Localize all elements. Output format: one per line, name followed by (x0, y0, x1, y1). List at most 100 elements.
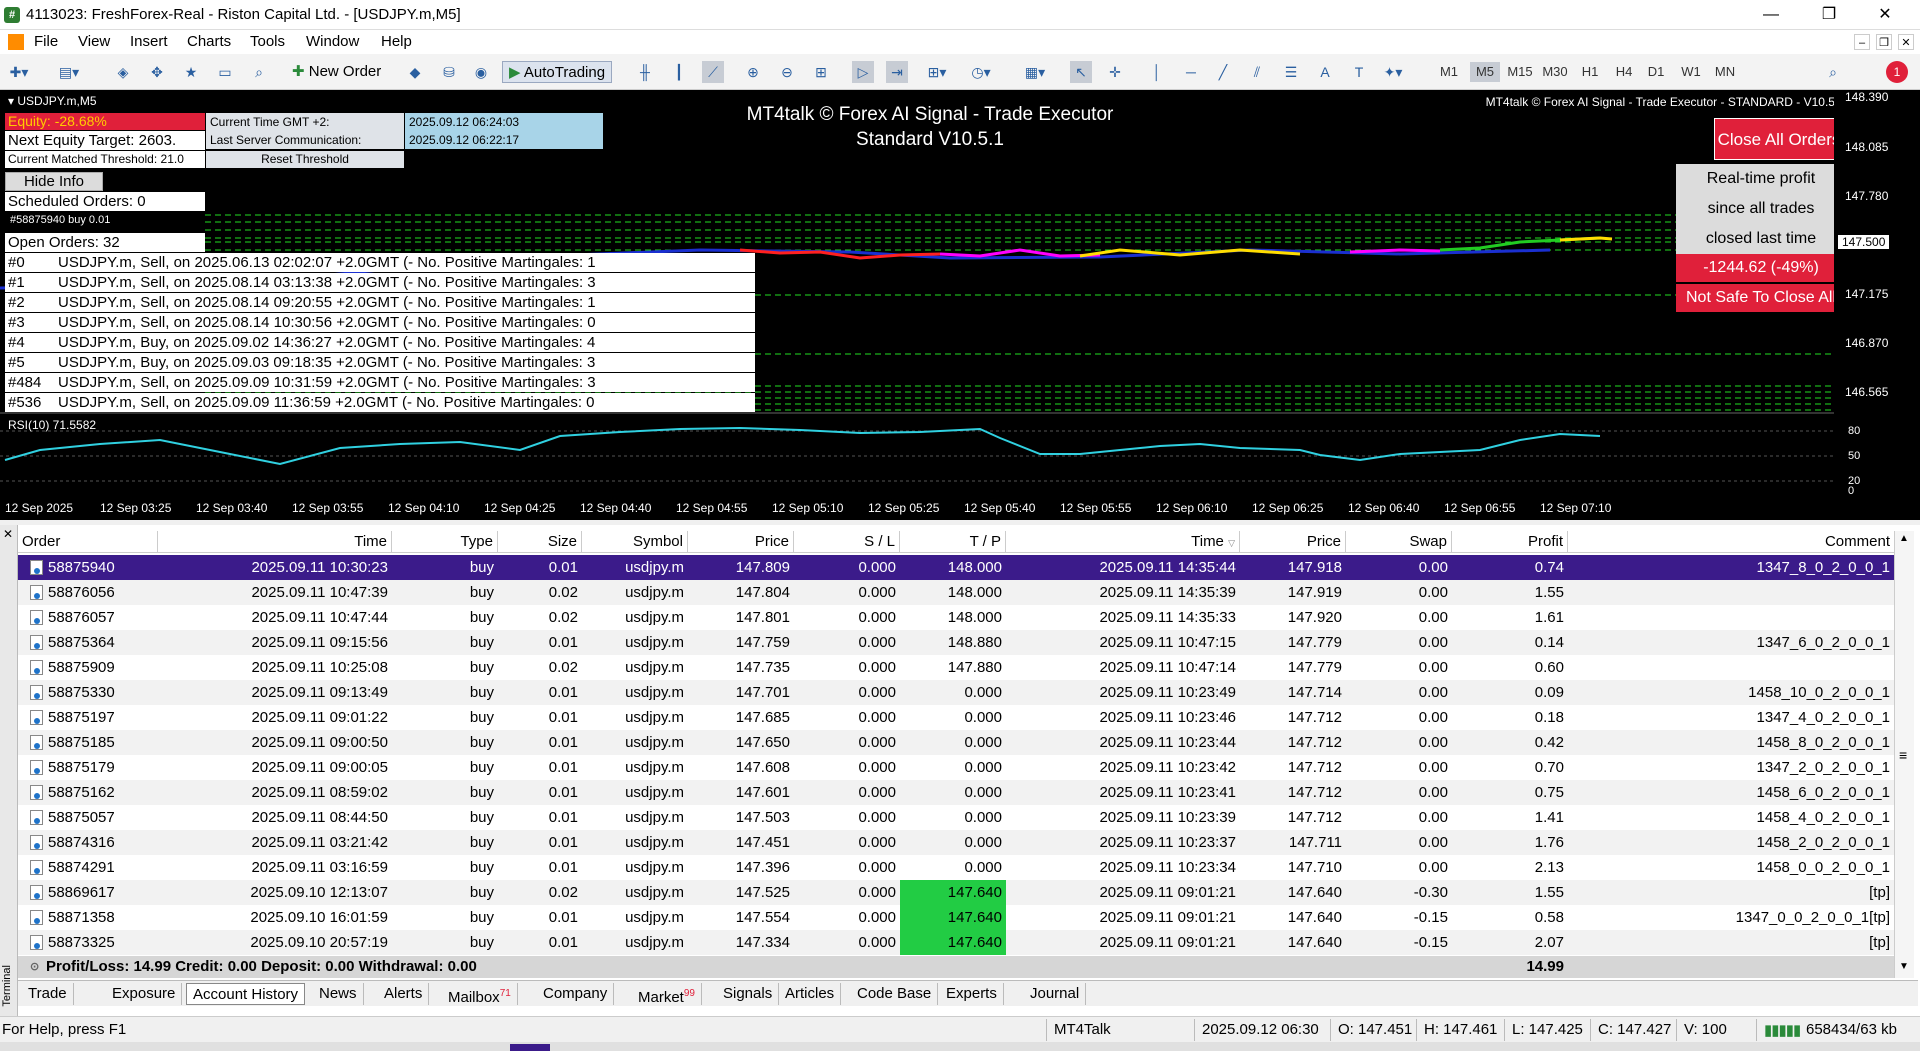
table-row[interactable]: 58875909 2025.09.11 10:25:08 buy 0.02 usdjpy… (18, 655, 1894, 680)
menu-file[interactable]: File (34, 33, 58, 50)
timeframe-m5[interactable]: M5 (1470, 62, 1500, 82)
chart-shift-icon[interactable]: ⇥ (886, 61, 908, 83)
table-scrollbar[interactable]: ▲ ≡ ▼ (1894, 531, 1914, 978)
col-swap[interactable]: Swap (1346, 531, 1452, 553)
new-order-button[interactable]: ✚ New Order (292, 61, 381, 83)
market-watch-icon[interactable]: ◈ (112, 61, 134, 83)
col-close-time[interactable]: Time ▽ (1006, 531, 1240, 553)
tab-alerts[interactable]: Alerts (378, 983, 430, 1005)
bar-chart-icon[interactable]: ╫ (634, 61, 656, 83)
cursor-icon[interactable]: ↖ (1070, 61, 1092, 83)
reset-threshold-button[interactable]: Reset Threshold (206, 151, 404, 168)
tab-code-base[interactable]: Code Base (851, 983, 939, 1005)
text-icon[interactable]: A (1314, 61, 1336, 83)
tab-experts[interactable]: Experts (940, 983, 1004, 1005)
table-row[interactable]: 58874291 2025.09.11 03:16:59 buy 0.01 usdjpy… (18, 855, 1894, 880)
not-safe-to-close-button[interactable]: Not Safe To Close All (1676, 284, 1846, 312)
table-row[interactable]: 58875940 2025.09.11 10:30:23 buy 0.01 usdjpy… (18, 555, 1894, 580)
table-row[interactable]: 58874316 2025.09.11 03:21:42 buy 0.01 usdjpy… (18, 830, 1894, 855)
restore-button[interactable]: ❐ (1806, 0, 1852, 30)
text-label-icon[interactable]: T (1348, 61, 1370, 83)
arrows-icon[interactable]: ✦▾ (1382, 61, 1404, 83)
timeframe-h1[interactable]: H1 (1575, 62, 1605, 82)
table-row[interactable]: 58873325 2025.09.10 20:57:19 buy 0.01 usdjpy… (18, 930, 1894, 955)
menu-tools[interactable]: Tools (250, 33, 285, 50)
col-size[interactable]: Size (498, 531, 582, 553)
col-symbol[interactable]: Symbol (582, 531, 688, 553)
tile-windows-icon[interactable]: ⊞ (810, 61, 832, 83)
mdi-minimize-icon[interactable]: – (1854, 34, 1870, 50)
menu-window[interactable]: Window (306, 33, 359, 50)
menu-charts[interactable]: Charts (187, 33, 231, 50)
candlestick-icon[interactable]: ┃ (668, 61, 690, 83)
scroll-up-icon[interactable]: ▲ (1899, 533, 1909, 544)
templates-icon[interactable]: ▦▾ (1024, 61, 1046, 83)
close-all-orders-button[interactable]: Close All Orders (1714, 118, 1844, 160)
col-open-price[interactable]: Price (688, 531, 794, 553)
close-terminal-icon[interactable]: ✕ (3, 527, 13, 541)
scroll-grip-icon[interactable]: ≡ (1899, 747, 1907, 763)
vertical-line-icon[interactable]: │ (1146, 61, 1168, 83)
tab-news[interactable]: News (313, 983, 364, 1005)
mdi-close-icon[interactable]: ✕ (1898, 34, 1914, 50)
col-order[interactable]: Order (18, 531, 158, 553)
tab-mailbox[interactable]: Mailbox71 (442, 983, 518, 1006)
tab-account-history[interactable]: Account History (186, 983, 306, 1005)
table-row[interactable]: 58875185 2025.09.11 09:00:50 buy 0.01 usdjpy… (18, 730, 1894, 755)
table-row[interactable]: 58869617 2025.09.10 12:13:07 buy 0.02 usdjpy… (18, 880, 1894, 905)
tab-journal[interactable]: Journal (1024, 983, 1087, 1005)
table-row[interactable]: 58875057 2025.09.11 08:44:50 buy 0.01 usdjpy… (18, 805, 1894, 830)
minimize-button[interactable]: — (1748, 0, 1794, 30)
col-tp[interactable]: T / P (900, 531, 1006, 553)
strategy-tester-icon[interactable]: ⌕ (248, 61, 270, 83)
chart-window-icon[interactable] (8, 34, 24, 50)
tab-exposure[interactable]: Exposure (106, 983, 183, 1005)
profiles-icon[interactable]: ▤▾ (58, 61, 80, 83)
channel-icon[interactable]: ⫽ (1246, 61, 1268, 83)
timeframe-m15[interactable]: M15 (1505, 62, 1535, 82)
table-row[interactable]: 58871358 2025.09.10 16:01:59 buy 0.01 usdjpy… (18, 905, 1894, 930)
tab-market[interactable]: Market99 (632, 983, 702, 1006)
zoom-in-icon[interactable]: ⊕ (742, 61, 764, 83)
auto-scroll-icon[interactable]: ▷ (852, 61, 874, 83)
table-row[interactable]: 58876057 2025.09.11 10:47:44 buy 0.02 usdjpy… (18, 605, 1894, 630)
notifications-badge[interactable]: 1 (1886, 61, 1908, 83)
table-row[interactable]: 58875179 2025.09.11 09:00:05 buy 0.01 usdjpy… (18, 755, 1894, 780)
terminal-icon[interactable]: ▭ (214, 61, 236, 83)
tab-signals[interactable]: Signals (717, 983, 780, 1005)
table-row[interactable]: 58875197 2025.09.11 09:01:22 buy 0.01 usdjpy… (18, 705, 1894, 730)
crosshair-icon[interactable]: ✛ (1104, 61, 1126, 83)
table-row[interactable]: 58875162 2025.09.11 08:59:02 buy 0.01 usdjpy… (18, 780, 1894, 805)
tab-company[interactable]: Company (537, 983, 615, 1005)
close-window-button[interactable]: ✕ (1862, 0, 1908, 30)
tab-articles[interactable]: Articles (779, 983, 842, 1005)
timeframe-d1[interactable]: D1 (1641, 62, 1671, 82)
timeframe-h4[interactable]: H4 (1609, 62, 1639, 82)
col-sl[interactable]: S / L (794, 531, 900, 553)
col-profit[interactable]: Profit (1452, 531, 1568, 553)
table-row[interactable]: 58875364 2025.09.11 09:15:56 buy 0.01 usdjpy… (18, 630, 1894, 655)
line-chart-icon[interactable]: ⟋ (702, 61, 724, 83)
tab-trade[interactable]: Trade (22, 983, 74, 1005)
timeframe-m1[interactable]: M1 (1434, 62, 1464, 82)
menu-help[interactable]: Help (381, 33, 412, 50)
trendline-icon[interactable]: ╱ (1212, 61, 1234, 83)
search-icon[interactable]: ⌕ (1822, 61, 1844, 83)
menu-view[interactable]: View (78, 33, 110, 50)
table-row[interactable]: 58875330 2025.09.11 09:13:49 buy 0.01 usdjpy… (18, 680, 1894, 705)
col-close-price[interactable]: Price (1240, 531, 1346, 553)
autotrading-button[interactable]: ▶ AutoTrading (502, 61, 613, 83)
mdi-restore-icon[interactable]: ❐ (1876, 34, 1892, 50)
metaeditor-icon[interactable]: ◆ (404, 61, 426, 83)
table-row[interactable]: 58876056 2025.09.11 10:47:39 buy 0.02 usdjpy… (18, 580, 1894, 605)
data-window-icon[interactable]: ✥ (146, 61, 168, 83)
timeframe-m30[interactable]: M30 (1540, 62, 1570, 82)
col-comment[interactable]: Comment (1568, 531, 1894, 553)
hide-info-button[interactable]: Hide Info (5, 172, 103, 191)
timeframe-mn[interactable]: MN (1710, 62, 1740, 82)
market-icon[interactable]: ⛁ (438, 61, 460, 83)
timeframe-w1[interactable]: W1 (1676, 62, 1706, 82)
indicators-icon[interactable]: ⊞▾ (926, 61, 948, 83)
new-chart-icon[interactable]: ✚▾ (8, 61, 30, 83)
navigator-icon[interactable]: ★ (180, 61, 202, 83)
